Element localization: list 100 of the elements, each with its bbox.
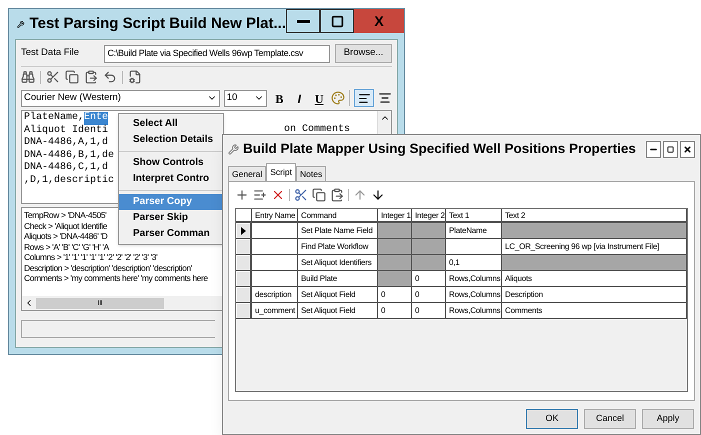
size-select[interactable]: 10 — [224, 90, 268, 106]
file-path-field[interactable]: C:\Build Plate via Specified Wells 96wp Template.csv — [104, 44, 330, 62]
minimize-button[interactable] — [646, 140, 661, 158]
table-cell[interactable]: Description — [502, 287, 687, 302]
column-header[interactable]: Integer 1 — [378, 209, 412, 221]
delete-icon[interactable] — [271, 188, 285, 202]
selected-text: Ente — [84, 112, 108, 124]
italic-button[interactable]: I — [291, 90, 308, 106]
tab[interactable]: Script — [266, 163, 296, 181]
table-cell[interactable]: 0,1 — [446, 255, 502, 270]
maximize-button[interactable] — [663, 140, 678, 158]
add-icon[interactable] — [235, 188, 249, 202]
column-header[interactable]: Command — [298, 209, 378, 221]
row-header[interactable] — [236, 239, 252, 254]
minimize-button[interactable] — [286, 9, 320, 33]
table-cell[interactable]: Aliquots — [502, 271, 687, 286]
dialog-button[interactable]: OK — [526, 409, 578, 429]
table-cell[interactable]: Set Aliquot Field — [298, 287, 378, 302]
cut-icon[interactable] — [46, 70, 60, 84]
current-row-icon — [240, 226, 246, 234]
table-cell[interactable] — [446, 239, 502, 254]
close-button[interactable] — [680, 140, 695, 158]
log-line: Aliquots > 'DNA-4486' 'D — [24, 231, 108, 242]
row-header[interactable] — [236, 223, 252, 238]
table-cell[interactable]: Set Plate Name Field — [298, 223, 378, 238]
table-cell[interactable] — [252, 255, 298, 270]
table-cell[interactable]: 0 — [412, 271, 446, 286]
column-header[interactable]: Entry Name — [252, 209, 298, 221]
table-cell[interactable]: Comments — [502, 303, 687, 318]
underline-button[interactable]: U — [311, 90, 328, 106]
align-left-button[interactable] — [354, 89, 374, 107]
copy-icon[interactable] — [65, 70, 79, 84]
table-cell[interactable]: Build Plate — [298, 271, 378, 286]
tab[interactable]: General — [228, 166, 266, 181]
table-cell[interactable]: 0 — [412, 303, 446, 318]
script-line: PlateName, — [24, 112, 84, 124]
menu-item[interactable]: Interpret Contro — [119, 171, 223, 187]
row-header[interactable] — [236, 303, 252, 318]
palette-icon[interactable] — [331, 91, 346, 105]
script-line: DNA-4486,B,1,de — [24, 150, 114, 162]
browse-button[interactable]: Browse... — [335, 44, 392, 63]
paste-icon[interactable] — [330, 188, 344, 202]
table-cell[interactable] — [252, 239, 298, 254]
font-select[interactable]: Courier New (Western) — [21, 90, 220, 106]
table-cell[interactable]: Rows,Columns — [446, 303, 502, 318]
table-cell[interactable]: Set Aliquot Identifiers — [298, 255, 378, 270]
insert-icon[interactable] — [253, 188, 267, 202]
log-line: TempRow > 'DNA-4505' — [24, 210, 106, 220]
undo-icon[interactable] — [103, 70, 117, 84]
table-cell[interactable] — [252, 271, 298, 286]
bold-button[interactable]: B — [271, 90, 288, 106]
table-cell[interactable]: Set Aliquot Field — [298, 303, 378, 318]
paste-icon[interactable] — [84, 70, 98, 84]
copy-icon[interactable] — [312, 188, 326, 202]
cut-icon[interactable] — [294, 188, 308, 202]
script-line: DNA-4486,C,1,d — [24, 162, 108, 174]
log-line: Description > 'description' 'description' 'description' — [24, 262, 192, 273]
move-down-icon[interactable] — [371, 188, 385, 202]
minimize-icon — [296, 20, 310, 22]
column-header[interactable]: Integer 2 — [412, 209, 446, 221]
menu-item[interactable]: Parser Skip — [119, 210, 223, 226]
table-cell[interactable]: Rows,Columns — [446, 287, 502, 302]
align-center-icon[interactable] — [378, 91, 392, 105]
menu-item[interactable]: Parser Copy — [119, 194, 223, 210]
table-cell[interactable]: 0 — [378, 303, 412, 318]
table-cell[interactable]: LC_OR_Screening 96 wp [via Instrument File] — [502, 239, 687, 254]
dialog-title: Build Plate Mapper Using Specified Well Positions Properties — [243, 140, 636, 158]
menu-item[interactable]: Selection Details — [119, 132, 223, 148]
dialog-button[interactable]: Apply — [642, 409, 694, 429]
table-cell[interactable]: 0 — [378, 287, 412, 302]
log-line: Check > 'Aliquot Identifie — [24, 220, 108, 231]
table-cell[interactable]: 0 — [412, 287, 446, 302]
table-cell[interactable]: description — [252, 287, 298, 302]
table-cell[interactable]: Find Plate Workflow — [298, 239, 378, 254]
menu-item[interactable]: Select All — [119, 116, 223, 132]
table-cell[interactable]: PlateName — [446, 223, 502, 238]
field-label: Test Data File — [21, 46, 80, 60]
table-cell[interactable] — [252, 223, 298, 238]
document-settings-icon[interactable] — [128, 70, 142, 84]
script-line: on Comments — [284, 124, 350, 136]
app-icon — [228, 144, 239, 154]
log-line: Columns > '1' '1' '1' '1' '1' '2' '2' '2' '2' '3' '3' — [24, 252, 158, 262]
script-line: Aliquot Identi — [24, 124, 108, 136]
script-line: ,D,1,descriptic — [24, 174, 114, 187]
column-header[interactable]: Text 1 — [446, 209, 502, 221]
find-icon[interactable] — [21, 70, 35, 84]
close-button[interactable]: X — [354, 9, 404, 33]
row-header[interactable] — [236, 271, 252, 286]
row-header[interactable] — [236, 287, 252, 302]
menu-item[interactable]: Parser Comman — [119, 226, 223, 242]
table-cell[interactable]: Rows,Columns — [446, 271, 502, 286]
dialog-button[interactable]: Cancel — [584, 409, 636, 429]
menu-item[interactable]: Show Controls — [119, 155, 223, 171]
row-header[interactable] — [236, 255, 252, 270]
column-header[interactable]: Text 2 — [502, 209, 687, 221]
table-cell[interactable]: u_comment — [252, 303, 298, 318]
window-title: Test Parsing Script Build New Plat... — [30, 14, 286, 34]
tab[interactable]: Notes — [296, 166, 326, 181]
maximize-button[interactable] — [320, 9, 354, 33]
close-icon — [683, 144, 692, 154]
